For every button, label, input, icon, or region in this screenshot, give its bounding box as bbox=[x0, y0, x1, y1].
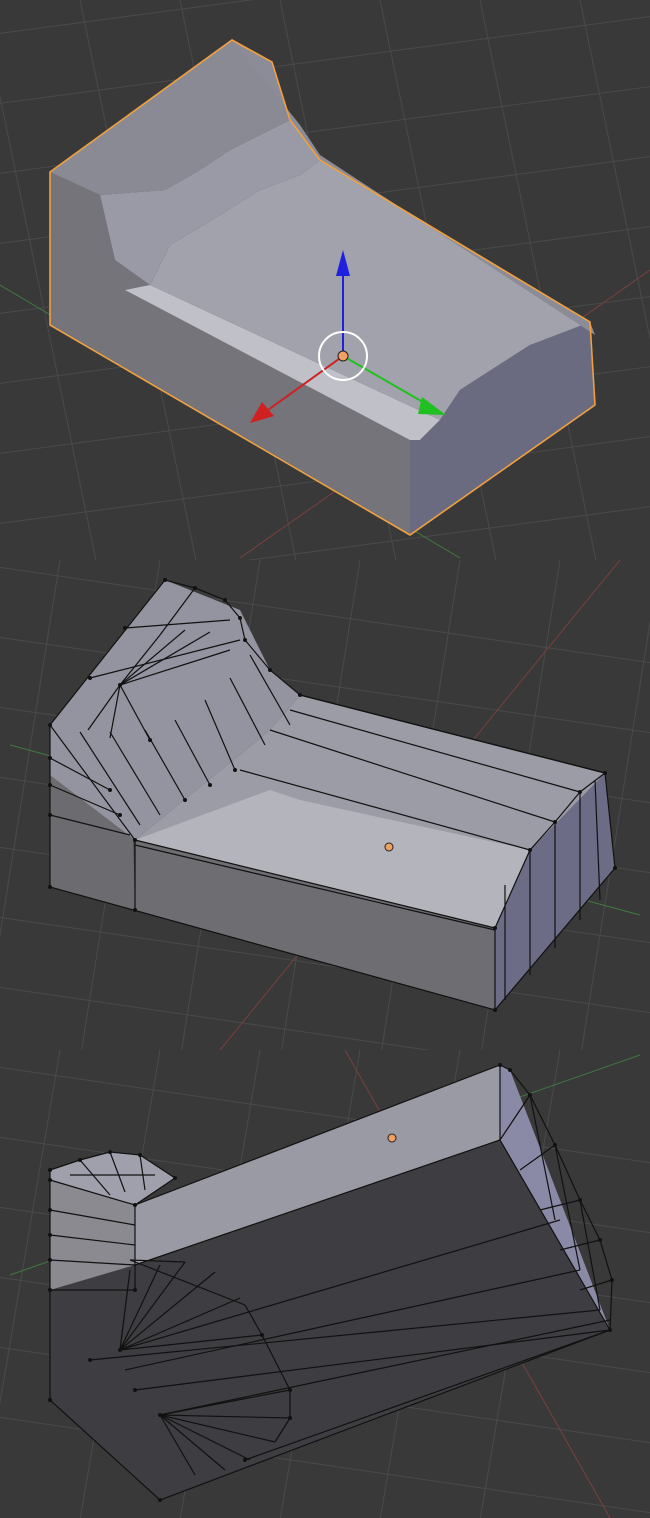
object-origin-icon bbox=[384, 842, 394, 852]
object-origin-icon bbox=[337, 350, 349, 362]
mesh-wireframe-top[interactable] bbox=[48, 578, 617, 1012]
viewport-edit-mode-top[interactable] bbox=[0, 560, 650, 1050]
viewport-edit-top-canvas[interactable] bbox=[0, 560, 650, 1050]
viewport-edit-bottom-canvas[interactable] bbox=[0, 1050, 650, 1518]
mesh-object[interactable] bbox=[49, 39, 596, 536]
viewport-object-canvas[interactable] bbox=[0, 0, 650, 560]
viewport-object-mode[interactable] bbox=[0, 0, 650, 560]
mesh-wireframe-bottom[interactable] bbox=[48, 1063, 614, 1502]
object-origin-icon bbox=[387, 1133, 397, 1143]
viewport-edit-mode-bottom[interactable] bbox=[0, 1050, 650, 1518]
